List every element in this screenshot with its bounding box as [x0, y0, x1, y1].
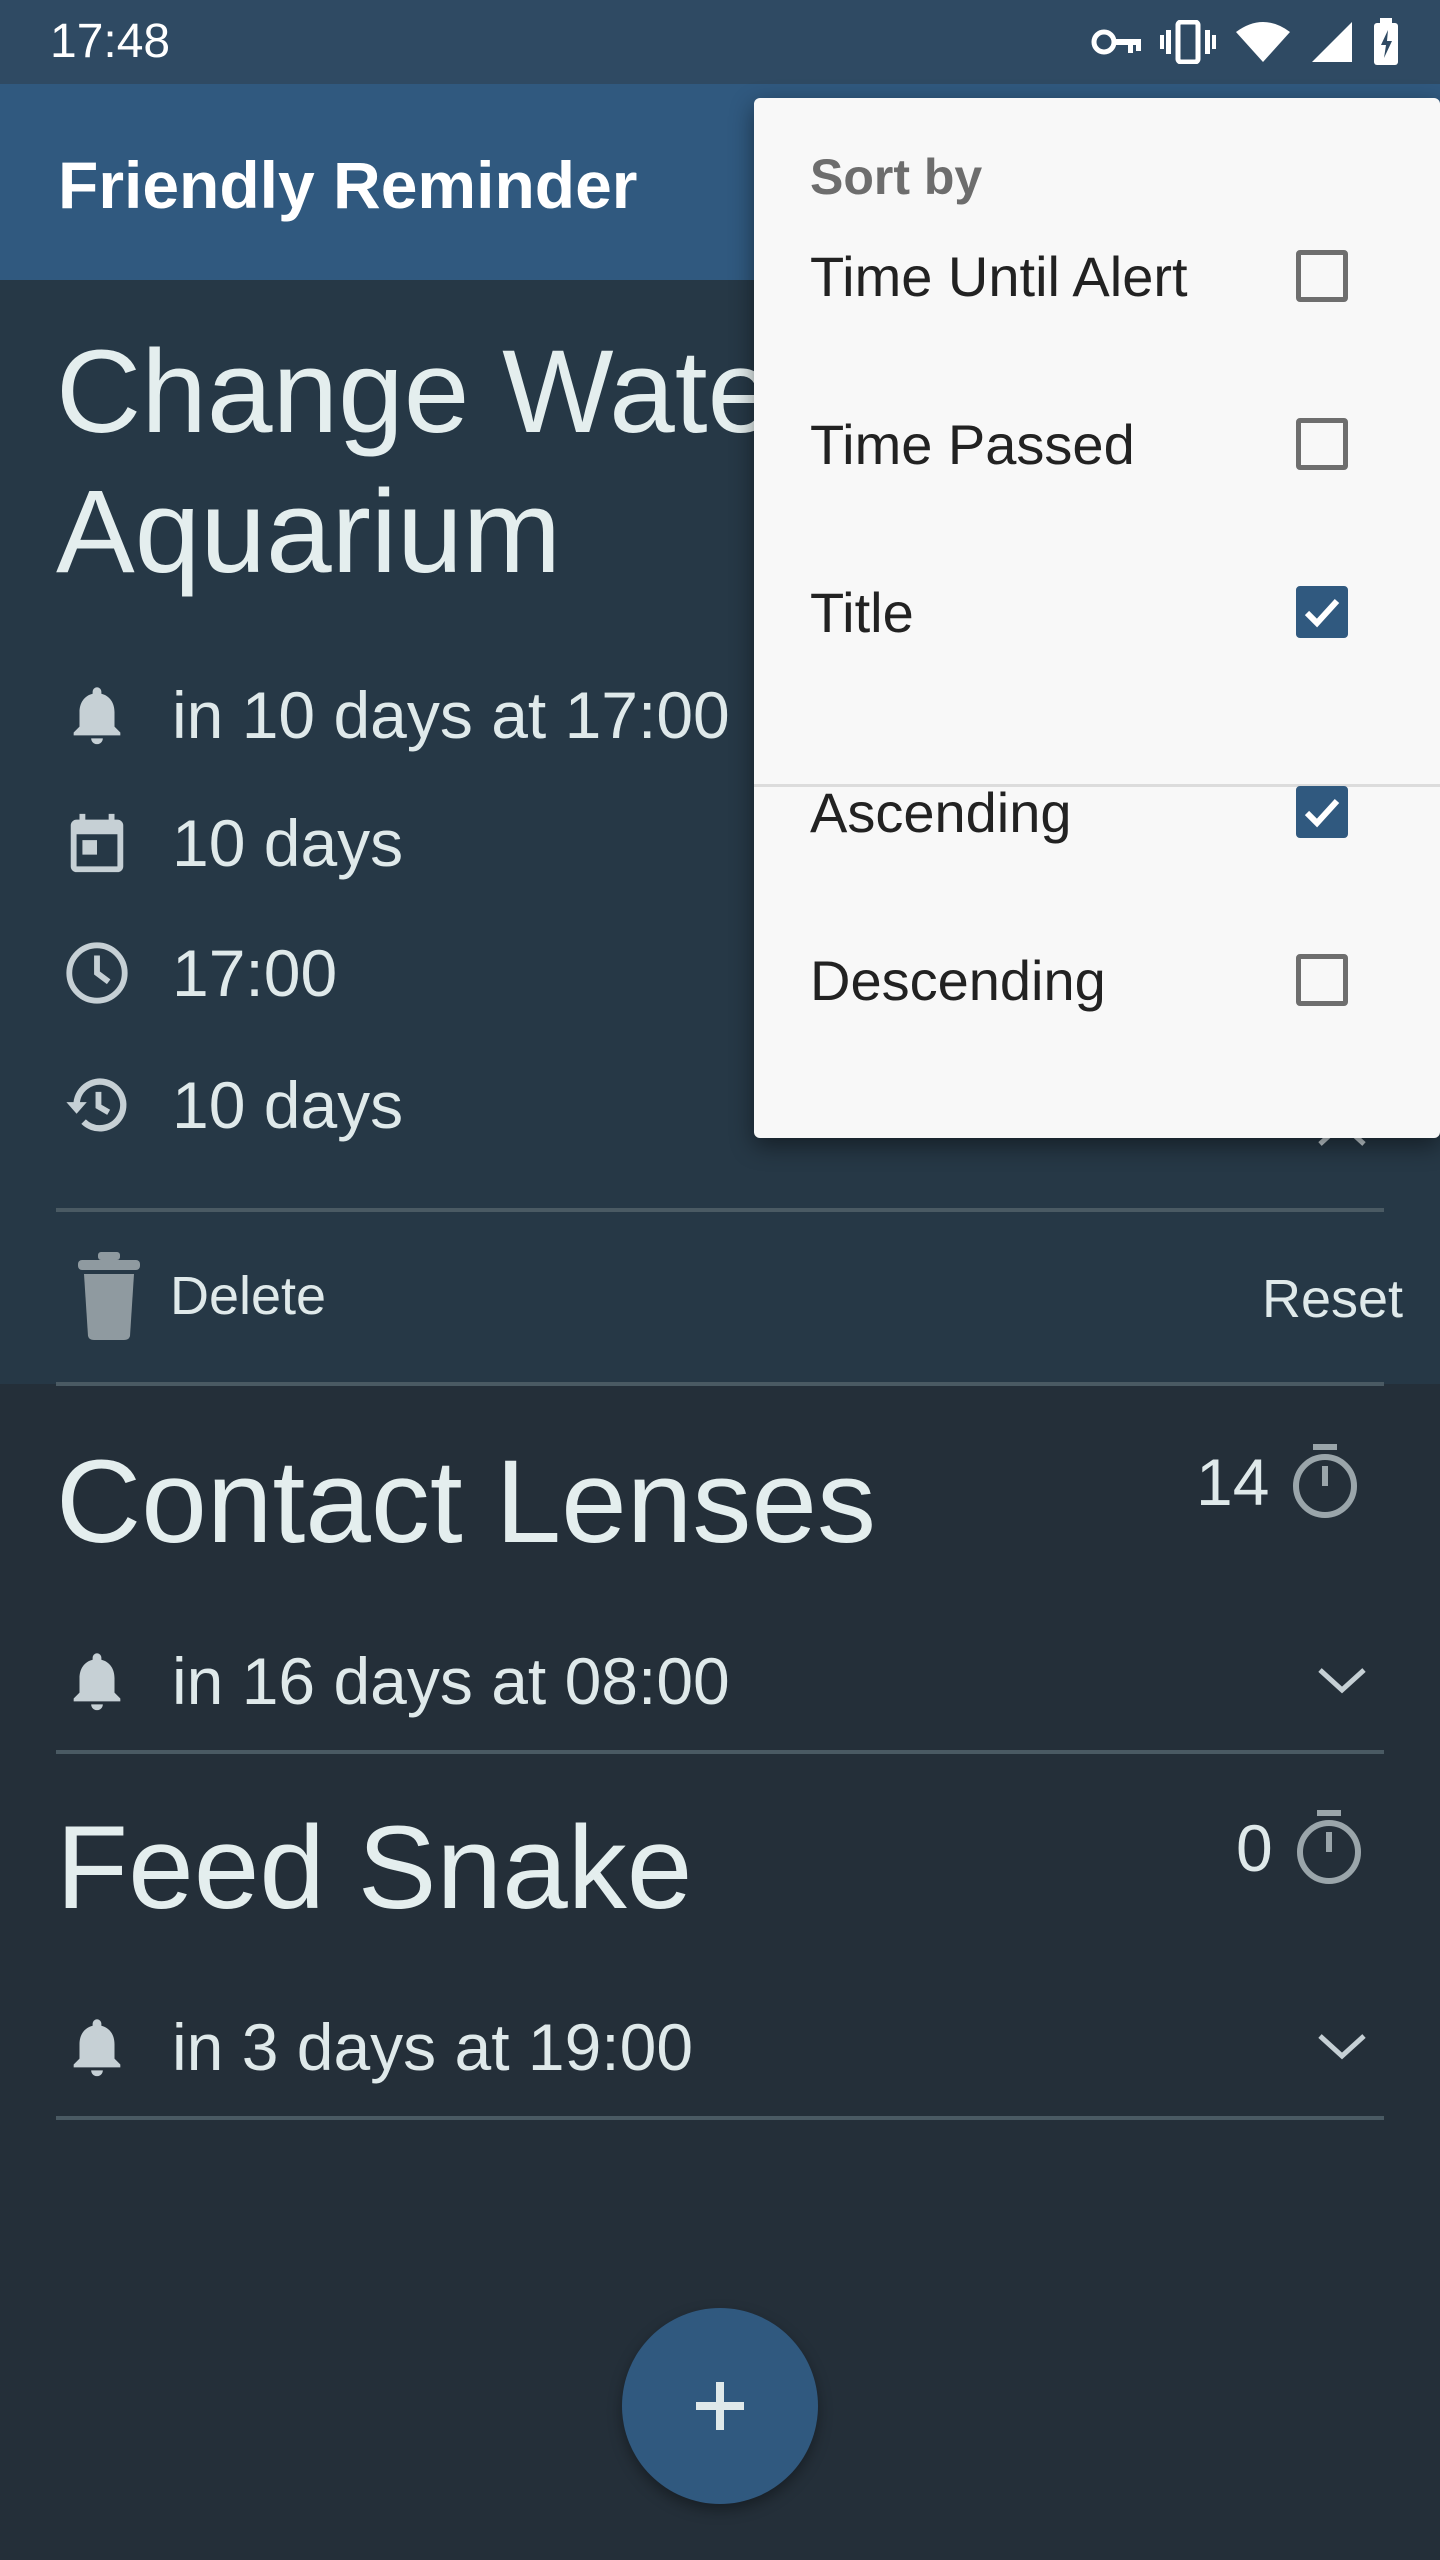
sort-option-title[interactable]: Title	[754, 528, 1440, 696]
interval-row: 10 days	[62, 788, 403, 898]
checkbox[interactable]	[1296, 250, 1348, 302]
checkbox[interactable]	[1296, 786, 1348, 838]
time-row: 17:00	[62, 918, 337, 1028]
passed-text: 10 days	[172, 1068, 404, 1142]
sort-option-time-passed[interactable]: Time Passed	[754, 360, 1440, 528]
counter-value: 0	[1236, 1811, 1273, 1885]
card-divider	[56, 1750, 1384, 1754]
reminder-title[interactable]: Contact Lenses	[56, 1432, 876, 1572]
menu-item-label: Title	[810, 580, 914, 644]
sort-menu: Sort by Time Until Alert Time Passed Tit…	[754, 98, 1440, 1138]
alert-row: in 10 days at 17:00	[62, 660, 730, 770]
card-divider	[56, 1382, 1384, 1386]
alert-row: in 3 days at 19:00	[62, 1992, 693, 2102]
clock-icon	[66, 942, 128, 1004]
menu-item-label: Time Until Alert	[810, 244, 1188, 308]
bell-icon	[73, 687, 121, 745]
battery-icon	[1374, 18, 1398, 65]
add-reminder-button[interactable]	[622, 2308, 818, 2504]
vpn-key-icon	[1091, 29, 1141, 55]
delete-label: Delete	[170, 1266, 327, 1326]
chevron-down-icon[interactable]	[1314, 1666, 1370, 1696]
trash-icon	[78, 1252, 140, 1340]
checkbox[interactable]	[1296, 418, 1348, 470]
menu-item-label: Time Passed	[810, 412, 1135, 476]
interval-text: 10 days	[172, 806, 404, 880]
bell-icon	[73, 1653, 121, 1711]
time-text: 17:00	[172, 936, 338, 1010]
reminder-counter: 0	[1236, 1810, 1363, 1886]
vibrate-icon	[1160, 20, 1216, 64]
app-title: Friendly Reminder	[58, 148, 638, 222]
timer-icon	[1293, 1444, 1358, 1518]
sort-option-descending[interactable]: Descending	[754, 896, 1440, 1064]
delete-button[interactable]: Delete	[76, 1252, 326, 1340]
checkbox[interactable]	[1296, 586, 1348, 638]
card-divider	[56, 1208, 1384, 1212]
calendar-icon	[70, 813, 124, 873]
status-time: 17:48	[50, 15, 171, 68]
reminder-title[interactable]: Feed Snake	[56, 1798, 692, 1938]
alert-row: in 16 days at 08:00	[62, 1626, 730, 1736]
chevron-down-icon[interactable]	[1314, 2032, 1370, 2062]
menu-item-label: Descending	[810, 948, 1106, 1012]
reminder-counter: 14	[1196, 1444, 1359, 1520]
history-icon	[66, 1078, 127, 1132]
bell-icon	[73, 2019, 121, 2077]
timer-icon	[1296, 1810, 1361, 1884]
plus-icon	[696, 2382, 744, 2430]
sort-option-time-until-alert[interactable]: Time Until Alert	[754, 192, 1440, 360]
counter-value: 14	[1196, 1445, 1270, 1519]
alert-text: in 10 days at 17:00	[172, 678, 730, 752]
card-divider	[56, 2116, 1384, 2120]
passed-row: 10 days	[62, 1050, 403, 1160]
status-icons	[1090, 14, 1400, 70]
checkbox[interactable]	[1296, 954, 1348, 1006]
wifi-icon	[1236, 22, 1290, 62]
alert-text: in 16 days at 08:00	[172, 1644, 730, 1718]
reset-button[interactable]: Reset	[1262, 1268, 1403, 1330]
alert-text: in 3 days at 19:00	[172, 2010, 694, 2084]
checkmark-icon	[1304, 598, 1340, 628]
checkmark-icon	[1304, 798, 1340, 828]
signal-icon	[1312, 22, 1352, 62]
sort-option-ascending[interactable]: Ascending	[754, 728, 1440, 896]
menu-item-label: Ascending	[810, 780, 1072, 844]
